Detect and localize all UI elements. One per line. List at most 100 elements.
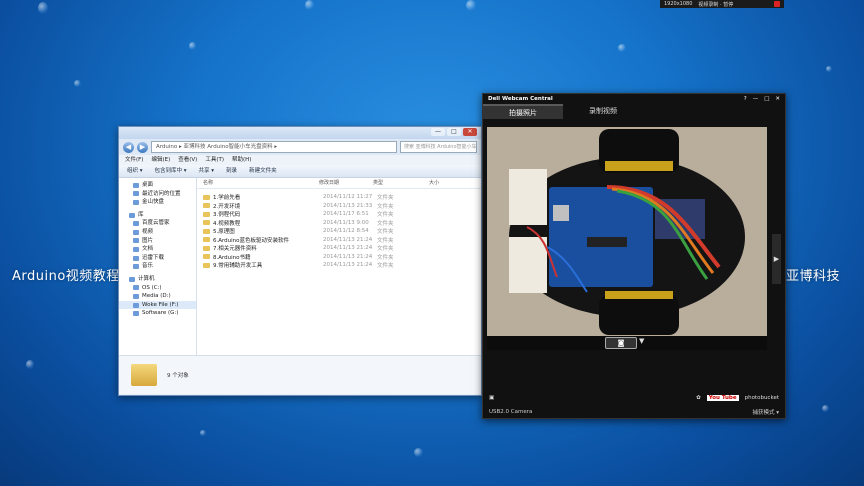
water-drop bbox=[466, 0, 476, 11]
water-drop bbox=[826, 66, 832, 72]
folder-icon bbox=[203, 262, 210, 268]
address-bar[interactable]: Arduino ▸ 亚博科技 Arduino智能小车光盘资料 ▸ bbox=[151, 141, 397, 153]
organize-button[interactable]: 组织 ▾ bbox=[127, 165, 143, 177]
water-drop bbox=[305, 0, 314, 10]
details-pane: 9 个对象 bbox=[119, 355, 481, 394]
burn-button[interactable]: 刻录 bbox=[226, 165, 237, 177]
camera-icon[interactable]: ◙ bbox=[605, 337, 637, 349]
camera-preview bbox=[487, 127, 767, 337]
nav-item-videos[interactable]: 视频 bbox=[119, 228, 196, 237]
column-date[interactable]: 修改日期 bbox=[313, 178, 367, 188]
water-drop bbox=[618, 44, 626, 52]
nav-item-kuaipan[interactable]: 金山快盘 bbox=[119, 198, 196, 207]
file-row[interactable]: 3.例程代码 2014/11/17 6:51 文件夹 bbox=[197, 210, 481, 219]
water-drop bbox=[414, 448, 423, 457]
column-type[interactable]: 类型 bbox=[367, 178, 423, 188]
folder-icon bbox=[203, 194, 210, 200]
menu-view[interactable]: 查看(V) bbox=[178, 155, 197, 165]
column-headers: 名称 修改日期 类型 大小 bbox=[197, 178, 481, 189]
minimize-button[interactable]: — bbox=[431, 128, 445, 136]
water-drop bbox=[38, 2, 48, 14]
back-arrow-icon[interactable]: ◀ bbox=[123, 141, 134, 153]
nav-item-baidu[interactable]: 百度云管家 bbox=[119, 219, 196, 228]
expand-panel-button[interactable]: ▶ bbox=[772, 234, 781, 284]
file-row[interactable]: 4.视频教程 2014/11/13 9:00 文件夹 bbox=[197, 219, 481, 228]
cloud-icon bbox=[133, 199, 139, 205]
close-button[interactable]: ✕ bbox=[775, 96, 780, 102]
capture-mode-dropdown[interactable]: 捕获模式 ▾ bbox=[752, 408, 779, 416]
column-size[interactable]: 大小 bbox=[423, 178, 439, 188]
nav-item-pictures[interactable]: 图片 bbox=[119, 237, 196, 246]
nav-item-drive-f[interactable]: Woke File (F:) bbox=[119, 300, 196, 310]
file-row[interactable]: 6.Arduino蓝色板驱动安装软件 2014/11/13 21:24 文件夹 bbox=[197, 236, 481, 245]
maximize-button[interactable]: □ bbox=[764, 96, 769, 102]
picture-icon bbox=[133, 238, 139, 244]
recorder-resolution: 1920x1080 bbox=[664, 1, 693, 7]
download-icon bbox=[133, 255, 139, 261]
breadboard bbox=[509, 169, 547, 225]
screen-recorder-bar[interactable]: 1920x1080 视频录制 · 暂停 bbox=[660, 0, 784, 8]
document-icon bbox=[133, 246, 139, 252]
desktop-left-text: Arduino视频教程 bbox=[12, 269, 120, 284]
share-button[interactable]: 共享 ▾ bbox=[199, 165, 215, 177]
nav-item-xunlei[interactable]: 迅雷下载 bbox=[119, 254, 196, 263]
explorer-titlebar[interactable]: — □ ✕ bbox=[119, 127, 481, 139]
tab-record-video[interactable]: 录制视频 bbox=[563, 104, 643, 119]
youtube-button[interactable]: You Tube bbox=[706, 395, 739, 401]
nav-item-desktop[interactable]: 桌面 bbox=[119, 181, 196, 190]
folder-icon bbox=[131, 364, 157, 386]
webcam-central-window[interactable]: Dell Webcam Central ? — □ ✕ 拍摄照片 录制视频 ◙ … bbox=[482, 93, 786, 419]
chevron-down-icon[interactable]: ▼ bbox=[639, 337, 644, 345]
webcam-title: Dell Webcam Central bbox=[488, 96, 553, 102]
webcam-titlebar[interactable]: Dell Webcam Central ? — □ ✕ bbox=[483, 94, 785, 104]
nav-group-libraries[interactable]: 库 bbox=[119, 211, 196, 220]
nav-group-computer[interactable]: 计算机 bbox=[119, 275, 196, 284]
file-list: 名称 修改日期 类型 大小 1.学前先看 2014/11/12 11:27 文件夹 … bbox=[197, 178, 481, 355]
effects-icon[interactable]: ✿ bbox=[696, 395, 701, 401]
camera-device-name: USB2.0 Camera bbox=[489, 408, 533, 415]
menu-help[interactable]: 帮助(H) bbox=[232, 155, 251, 165]
webcam-tabs: 拍摄照片 录制视频 bbox=[483, 104, 785, 119]
file-row[interactable]: 2.开发环境 2014/11/13 21:33 文件夹 bbox=[197, 202, 481, 211]
webcam-status-bar: USB2.0 Camera 捕获模式 ▾ bbox=[483, 406, 785, 417]
close-button[interactable]: ✕ bbox=[463, 128, 477, 136]
record-stop-icon[interactable] bbox=[774, 1, 780, 7]
nav-item-drive-d[interactable]: Media (D:) bbox=[119, 292, 196, 301]
nav-item-drive-c[interactable]: OS (C:) bbox=[119, 284, 196, 293]
file-explorer-window[interactable]: — □ ✕ ◀ ▶ Arduino ▸ 亚博科技 Arduino智能小车光盘资料… bbox=[118, 126, 482, 396]
tab-take-photo[interactable]: 拍摄照片 bbox=[483, 104, 563, 119]
water-drop bbox=[200, 430, 206, 436]
file-row[interactable]: 9.常用辅助开发工具 2014/11/13 21:24 文件夹 bbox=[197, 261, 481, 270]
video-icon bbox=[133, 229, 139, 235]
menu-edit[interactable]: 编辑(E) bbox=[151, 155, 170, 165]
recorder-mode[interactable]: 视频录制 · 暂停 bbox=[698, 1, 733, 8]
folder-icon bbox=[203, 245, 210, 251]
water-drop bbox=[26, 360, 34, 369]
maximize-button[interactable]: □ bbox=[447, 128, 461, 136]
nav-item-recent[interactable]: 最近访问的位置 bbox=[119, 190, 196, 199]
include-library-button[interactable]: 包含到库中 ▾ bbox=[155, 165, 187, 177]
desktop-right-text: 亚博科技 bbox=[786, 269, 841, 284]
drive-icon bbox=[133, 302, 139, 308]
nav-item-drive-g[interactable]: Software (G:) bbox=[119, 309, 196, 318]
file-row[interactable]: 7.相关元器件资料 2014/11/13 21:24 文件夹 bbox=[197, 244, 481, 253]
forward-arrow-icon[interactable]: ▶ bbox=[137, 141, 148, 153]
column-name[interactable]: 名称 bbox=[197, 178, 313, 188]
navigation-pane: 桌面 最近访问的位置 金山快盘 库 百度云管家 视频 图片 文档 迅雷下载 音乐… bbox=[119, 178, 197, 355]
file-row[interactable]: 8.Arduino书籍 2014/11/13 21:24 文件夹 bbox=[197, 253, 481, 262]
search-input[interactable]: 搜索 亚博科技 Arduino智能小车光盘资... bbox=[400, 141, 477, 153]
help-button[interactable]: ? bbox=[744, 96, 747, 102]
nav-item-music[interactable]: 音乐 bbox=[119, 262, 196, 271]
nav-item-documents[interactable]: 文档 bbox=[119, 245, 196, 254]
photobucket-button[interactable]: photobucket bbox=[745, 395, 779, 401]
minimize-button[interactable]: — bbox=[753, 96, 759, 102]
file-row[interactable]: 1.学前先看 2014/11/12 11:27 文件夹 bbox=[197, 193, 481, 202]
menu-tools[interactable]: 工具(T) bbox=[205, 155, 224, 165]
new-folder-button[interactable]: 新建文件夹 bbox=[249, 165, 277, 177]
menu-bar: 文件(F) 编辑(E) 查看(V) 工具(T) 帮助(H) bbox=[119, 155, 481, 165]
file-row[interactable]: 5.原理图 2014/11/12 8:54 文件夹 bbox=[197, 227, 481, 236]
folder-icon bbox=[203, 254, 210, 260]
desktop-icon bbox=[133, 182, 139, 188]
menu-file[interactable]: 文件(F) bbox=[125, 155, 143, 165]
gallery-icon[interactable]: ▣ bbox=[489, 395, 494, 401]
